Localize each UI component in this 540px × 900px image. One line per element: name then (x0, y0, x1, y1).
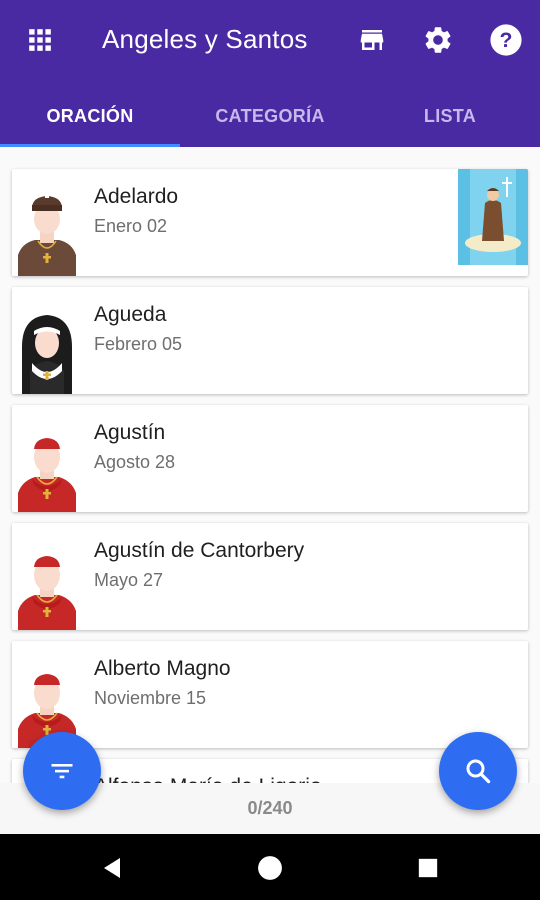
saint-thumbnail-image (458, 169, 528, 265)
svg-text:?: ? (500, 28, 513, 52)
help-circle-icon[interactable]: ? (486, 20, 526, 60)
saint-date: Noviembre 15 (94, 688, 207, 708)
search-icon (466, 759, 491, 784)
bishop-red-avatar (18, 438, 76, 512)
saint-name: Adelardo (94, 185, 179, 208)
tab-categoria[interactable]: CATEGORÍA (180, 88, 360, 144)
tab-oracion[interactable]: ORACIÓN (0, 88, 180, 144)
toolbar: Angeles y Santos ? (0, 0, 540, 84)
list-item[interactable]: Alberto Magno Noviembre 15 (12, 641, 528, 748)
monk-brown-avatar (18, 186, 76, 276)
saint-date: Enero 02 (94, 216, 168, 236)
app-title: Angeles y Santos (102, 24, 308, 54)
saint-name: Agustín de Cantorbery (94, 539, 305, 562)
search-button[interactable] (439, 732, 517, 810)
saint-name: Alfonso María de Ligorio (94, 775, 322, 783)
apps-grid-icon[interactable] (20, 20, 60, 60)
home-icon[interactable] (254, 852, 286, 884)
back-icon[interactable] (96, 852, 128, 884)
saint-name: Alberto Magno (94, 657, 231, 680)
saint-list[interactable]: Adelardo Enero 02 Agueda Febrero 05 Agus… (0, 147, 540, 783)
filter-icon (51, 764, 73, 779)
list-item[interactable]: Agueda Febrero 05 (12, 287, 528, 394)
list-item[interactable]: Agustín de Cantorbery Mayo 27 (12, 523, 528, 630)
system-nav-bar (0, 834, 540, 900)
saint-name: Agueda (94, 303, 167, 326)
saint-date: Mayo 27 (94, 570, 164, 590)
nun-avatar (22, 315, 72, 394)
saint-date: Febrero 05 (94, 334, 183, 354)
app-bar: Angeles y Santos ? ORACIÓN CATEGORÍA LIS… (0, 0, 540, 147)
saint-name: Agustín (94, 421, 166, 444)
list-item[interactable]: Agustín Agosto 28 (12, 405, 528, 512)
saint-date: Agosto 28 (94, 452, 176, 472)
filter-button[interactable] (23, 732, 101, 810)
tab-bar: ORACIÓN CATEGORÍA LISTA (0, 88, 540, 147)
settings-gear-icon[interactable] (418, 20, 458, 60)
bishop-red-avatar (18, 556, 76, 630)
store-icon[interactable] (352, 20, 392, 60)
recents-icon[interactable] (412, 852, 444, 884)
tab-lista[interactable]: LISTA (360, 88, 540, 144)
list-item[interactable]: Adelardo Enero 02 (12, 169, 528, 276)
